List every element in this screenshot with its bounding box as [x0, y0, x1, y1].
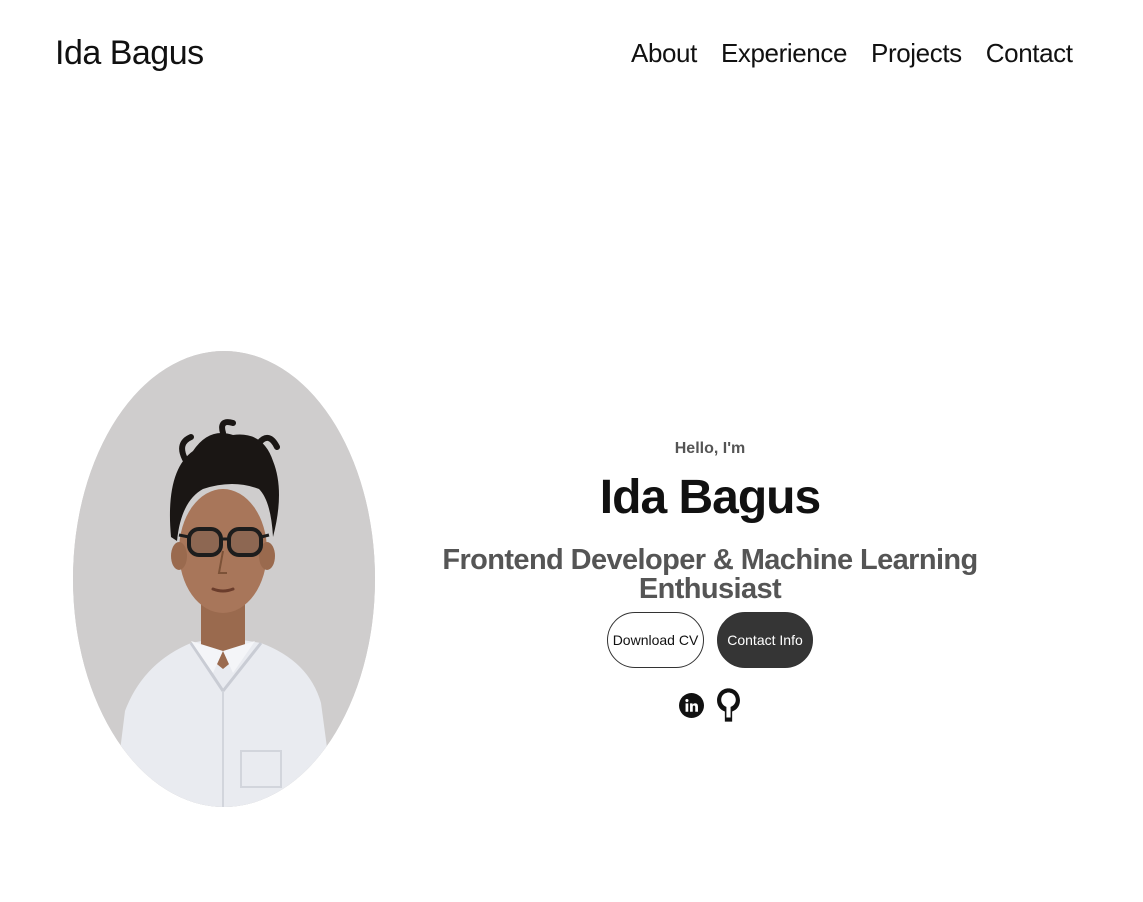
nav-link-projects[interactable]: Projects	[871, 38, 962, 68]
nav-link-about[interactable]: About	[631, 38, 697, 68]
nav-item-about: About	[631, 38, 697, 69]
nav-links: About Experience Projects Contact	[631, 38, 1073, 69]
nav-item-contact: Contact	[986, 38, 1073, 69]
nav-item-experience: Experience	[721, 38, 847, 69]
site-logo[interactable]: Ida Bagus	[55, 34, 204, 73]
profile-photo-illustration	[73, 351, 375, 807]
nav-link-experience[interactable]: Experience	[721, 38, 847, 68]
hero-name: Ida Bagus	[599, 471, 821, 524]
nav-link-contact[interactable]: Contact	[986, 38, 1073, 68]
profile-photo	[73, 351, 375, 807]
hero-greeting: Hello, I'm	[674, 440, 746, 457]
social-links	[679, 686, 741, 724]
hero-title: Frontend Developer & Machine Learning En…	[442, 544, 978, 605]
nav-item-projects: Projects	[871, 38, 962, 69]
hero-section: Hello, I'm Ida Bagus Frontend Developer …	[430, 438, 990, 604]
download-cv-button[interactable]: Download CV	[607, 612, 704, 668]
contact-info-button[interactable]: Contact Info	[717, 612, 813, 668]
github-icon[interactable]	[716, 686, 741, 724]
linkedin-icon[interactable]	[679, 686, 704, 724]
navbar: Ida Bagus About Experience Projects Cont…	[0, 0, 1143, 110]
hero-buttons: Download CV Contact Info	[607, 612, 813, 668]
